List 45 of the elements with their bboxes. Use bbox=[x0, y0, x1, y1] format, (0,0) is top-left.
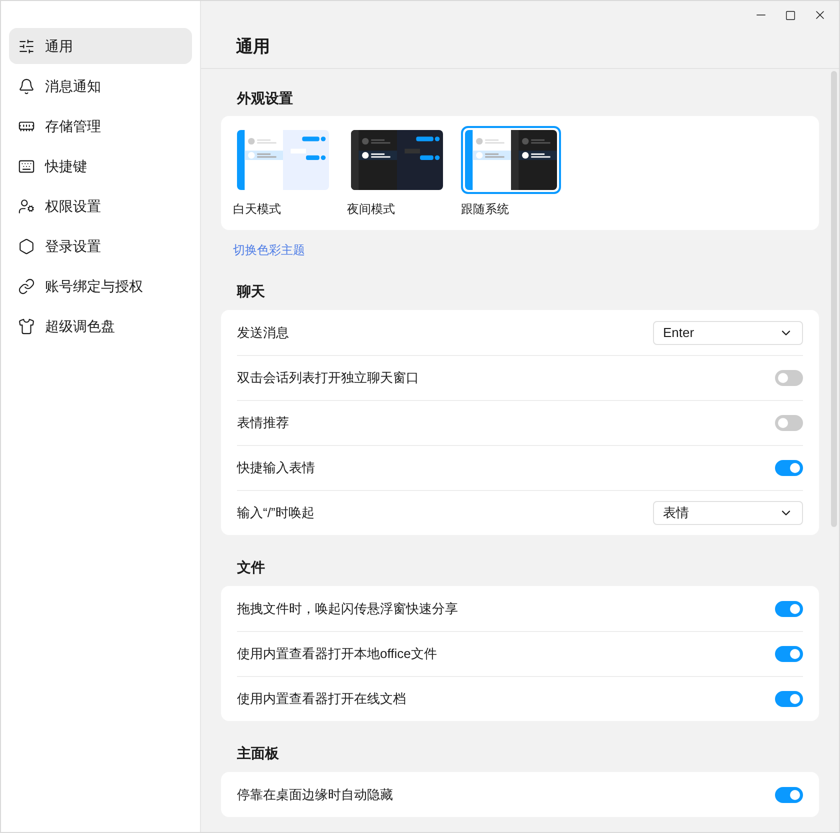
toggle-switch[interactable] bbox=[775, 600, 803, 616]
theme-label: 白天模式 bbox=[233, 201, 282, 218]
section-title: 主面板 bbox=[237, 744, 280, 763]
maximize-icon[interactable] bbox=[785, 10, 796, 20]
toggle-switch[interactable] bbox=[775, 646, 803, 662]
sidebar-item[interactable]: 通用 bbox=[9, 28, 192, 64]
sidebar-item[interactable]: 存储管理 bbox=[9, 108, 192, 144]
setting-label: 使用内置查看器打开在线文档 bbox=[237, 690, 406, 708]
setting-label: 快捷输入表情 bbox=[237, 459, 315, 478]
toggle-switch[interactable] bbox=[775, 460, 803, 476]
dropdown[interactable]: 表情 bbox=[653, 501, 803, 525]
sidebar-item[interactable]: 消息通知 bbox=[9, 68, 192, 104]
setting-label: 使用内置查看器打开本地office文件 bbox=[237, 645, 437, 664]
theme-label: 跟随系统 bbox=[461, 201, 510, 218]
dropdown[interactable]: Enter bbox=[653, 320, 803, 344]
sidebar-item[interactable]: 快捷键 bbox=[9, 148, 192, 184]
sidebar-item[interactable]: 账号绑定与授权 bbox=[9, 268, 192, 304]
section-title: 外观设置 bbox=[237, 89, 294, 108]
close-icon[interactable] bbox=[813, 8, 827, 22]
hexagon-icon bbox=[18, 238, 35, 254]
setting-label: 表情推荐 bbox=[237, 414, 289, 432]
setting-label: 双击会话列表打开独立聊天窗口 bbox=[237, 369, 419, 388]
theme-link[interactable]: 切换色彩主题 bbox=[233, 241, 305, 259]
section-title: 聊天 bbox=[237, 282, 266, 301]
sliders-icon bbox=[18, 38, 35, 54]
toggle-switch[interactable] bbox=[775, 370, 803, 386]
toggle-switch[interactable] bbox=[775, 786, 803, 802]
setting-label: 输入“/”时唤起 bbox=[237, 504, 314, 522]
link-icon bbox=[18, 278, 35, 294]
page-title: 通用 bbox=[236, 36, 270, 58]
toggle-switch[interactable] bbox=[775, 691, 803, 707]
keyboard-icon bbox=[18, 158, 35, 174]
user-icon bbox=[18, 198, 35, 214]
sidebar-item[interactable]: 超级调色盘 bbox=[9, 308, 192, 344]
theme-label: 夜间模式 bbox=[347, 201, 396, 218]
setting-label: 停靠在桌面边缘时自动隐藏 bbox=[237, 786, 393, 804]
shirt-icon bbox=[18, 318, 35, 334]
toggle-switch[interactable] bbox=[775, 415, 803, 431]
sidebar-item[interactable]: 权限设置 bbox=[9, 188, 192, 224]
setting-label: 发送消息 bbox=[237, 324, 289, 342]
section-title: 文件 bbox=[237, 558, 266, 577]
scrollbar[interactable] bbox=[831, 71, 837, 527]
sidebar-item[interactable]: 登录设置 bbox=[9, 228, 192, 264]
setting-label: 拖拽文件时，唤起闪传悬浮窗快速分享 bbox=[237, 600, 458, 618]
bell-icon bbox=[18, 78, 35, 94]
